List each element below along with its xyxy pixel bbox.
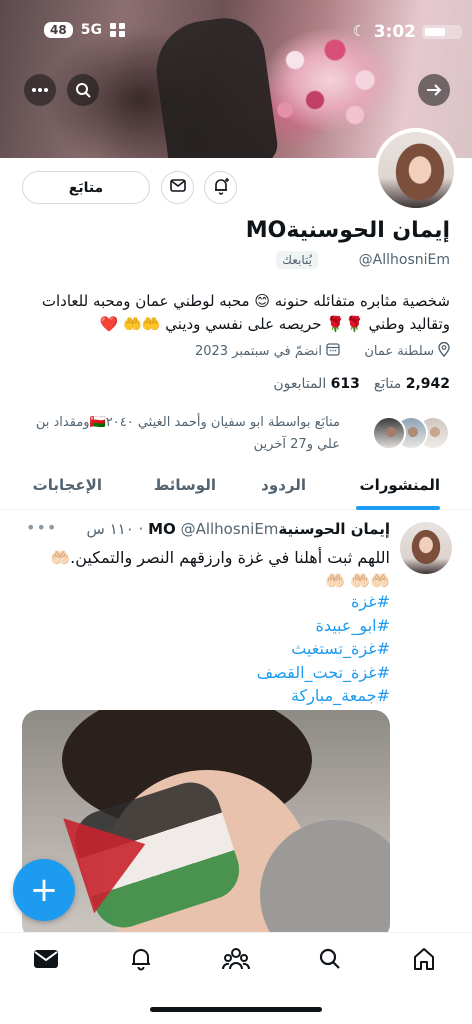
following-button[interactable]: متابَع xyxy=(22,171,150,204)
hashtag-link[interactable]: #ابو_عبيدة xyxy=(257,614,390,638)
profile-tabs: المنشورات الردود الوسائط الإعجابات xyxy=(0,466,472,510)
tab-likes[interactable]: الإعجابات xyxy=(33,476,102,494)
known-followers-text: متابَع بواسطة ابو سفيان وأحمد الغيثي 🇴🇲٢… xyxy=(35,415,340,452)
post-more-icon[interactable]: ••• xyxy=(26,518,57,537)
post-avatar[interactable] xyxy=(400,522,452,574)
following-number: 2,942 xyxy=(405,376,450,392)
battery-indicator: 48 xyxy=(44,22,73,38)
follower-avatar xyxy=(372,416,406,450)
message-button[interactable] xyxy=(161,171,194,204)
status-bar-left: 48 5G xyxy=(44,22,126,38)
follows-you-badge: يُتابعك xyxy=(276,251,318,269)
tab-media[interactable]: الوسائط xyxy=(154,476,216,494)
plus-icon: + xyxy=(29,870,59,910)
profile-name: إيمان الحوسنيةMO xyxy=(245,218,450,243)
nav-home[interactable] xyxy=(400,945,448,977)
tab-posts[interactable]: المنشورات xyxy=(360,476,440,494)
search-icon[interactable] xyxy=(67,74,99,106)
profile-counts: 2,942 متابَع 613 المتابعون xyxy=(273,376,450,392)
home-indicator[interactable] xyxy=(150,1007,322,1012)
hashtag-link[interactable]: #غزة_تستغيث xyxy=(257,637,390,661)
compose-button[interactable]: + xyxy=(13,859,75,921)
post-hashtags: #غزة #ابو_عبيدة #غزة_تستغيث #غزة_تحت_الق… xyxy=(257,590,390,708)
signal-icon xyxy=(109,23,126,37)
post-author-handle: @AllhosniEm xyxy=(180,520,279,538)
nav-notifications[interactable] xyxy=(117,945,165,977)
followers-number: 613 xyxy=(330,376,360,392)
nav-search[interactable] xyxy=(306,945,354,977)
nav-communities[interactable] xyxy=(212,945,260,977)
more-icon[interactable] xyxy=(24,74,56,106)
hashtag-link[interactable]: #جمعة_مباركة xyxy=(257,684,390,708)
active-tab-indicator xyxy=(356,506,440,510)
post-header: إيمان الحوسنيةMO @AllhosniEm · ١١٠ س xyxy=(86,520,391,538)
hashtag-link[interactable]: #غزة xyxy=(257,590,390,614)
tab-replies[interactable]: الردود xyxy=(261,476,306,494)
mail-icon xyxy=(169,179,186,196)
bell-plus-icon xyxy=(212,177,230,199)
post-time: ١١٠ س xyxy=(86,520,134,538)
profile-joined: انضمّ في سبتمبر 2023 xyxy=(195,342,340,360)
home-icon xyxy=(412,947,436,975)
nav-messages[interactable] xyxy=(22,945,70,977)
bell-icon xyxy=(130,947,152,975)
network-type: 5G xyxy=(80,22,102,38)
profile-bio: شخصية مثابره متفائله حنونه 😊 محبه لوطني … xyxy=(41,292,450,333)
followers-count[interactable]: 613 المتابعون xyxy=(273,376,360,392)
followers-label: المتابعون xyxy=(273,376,327,392)
profile-handle: @AllhosniEm xyxy=(358,252,450,268)
following-count[interactable]: 2,942 متابَع xyxy=(374,376,450,392)
cellular-icon xyxy=(422,24,462,43)
notify-button[interactable] xyxy=(204,171,237,204)
joined-text: انضمّ في سبتمبر 2023 xyxy=(194,343,322,359)
people-icon xyxy=(222,947,250,975)
search-icon xyxy=(319,948,341,974)
status-time: 3:02 xyxy=(373,22,416,42)
location-pin-icon xyxy=(438,341,450,361)
profile-location: سلطنة عمان xyxy=(364,341,450,361)
post-media-image[interactable] xyxy=(22,710,390,940)
following-label: متابَع xyxy=(373,376,402,392)
mail-icon xyxy=(33,949,59,973)
known-followers[interactable]: متابَع بواسطة ابو سفيان وأحمد الغيثي 🇴🇲٢… xyxy=(18,412,450,462)
profile-avatar[interactable] xyxy=(374,128,458,212)
post-text: اللهم ثبت أهلنا في غزة وارزقهم النصر وال… xyxy=(50,548,390,590)
location-text: سلطنة عمان xyxy=(364,344,434,359)
arrow-right-icon[interactable] xyxy=(418,74,450,106)
calendar-icon xyxy=(326,342,340,360)
focus-moon-icon: ☾ xyxy=(352,22,366,40)
hashtag-link[interactable]: #غزة_تحت_القصف xyxy=(257,661,390,685)
bottom-navigation xyxy=(0,932,472,1024)
